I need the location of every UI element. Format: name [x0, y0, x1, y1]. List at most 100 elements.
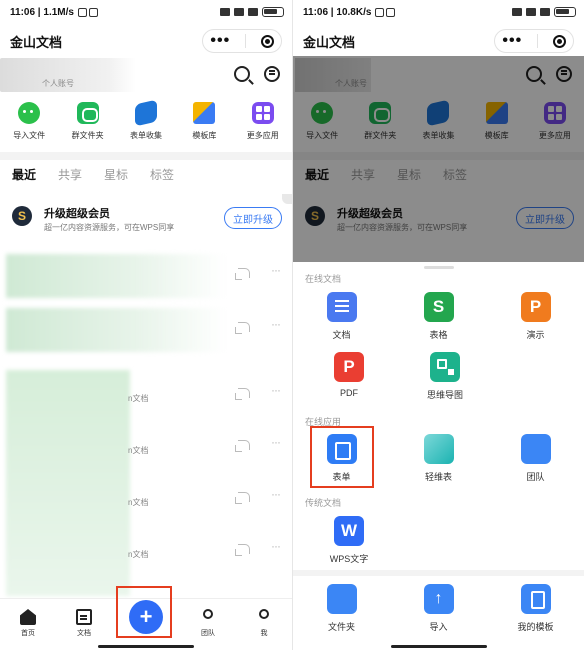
team-icon	[203, 609, 213, 619]
create-item-label: PDF	[340, 388, 358, 398]
create-doc[interactable]: 文档	[302, 292, 382, 341]
file-row[interactable]: n文档 ···	[0, 474, 292, 526]
super-member-icon: S	[12, 206, 32, 226]
share-icon[interactable]	[235, 388, 250, 400]
online-docs-row-1: 文档 S 表格 P 演示	[293, 292, 584, 341]
create-team[interactable]: 团队	[496, 434, 576, 483]
share-icon[interactable]	[235, 268, 250, 280]
nav-label: 我	[260, 630, 268, 637]
nav-home[interactable]: 首页	[8, 609, 48, 642]
my-templates[interactable]: 我的模板	[496, 584, 576, 633]
home-icon	[20, 609, 36, 625]
close-miniprogram-icon[interactable]	[552, 34, 566, 48]
quick-action-label: 模板库	[192, 131, 217, 140]
create-item-label: 思维导图	[426, 390, 463, 400]
import-file[interactable]: 导入	[399, 584, 479, 633]
create-presentation[interactable]: P 演示	[496, 292, 576, 341]
file-row[interactable]: ···	[0, 304, 292, 356]
file-tabs: 最近 共享 星标 标签	[0, 166, 292, 188]
nav-label: 文档	[77, 630, 91, 637]
more-options-icon[interactable]: ···	[271, 435, 281, 449]
promo-subtitle: 超一亿内容资源服务，可在WPS同享	[44, 223, 175, 232]
nav-documents[interactable]: 文档	[64, 609, 104, 642]
search-icon[interactable]	[234, 66, 250, 82]
quick-action-more-apps[interactable]: 更多应用	[235, 102, 291, 148]
share-icon[interactable]	[235, 544, 250, 556]
nav-team[interactable]: 团队	[188, 609, 228, 642]
create-item-label: 导入	[429, 622, 448, 632]
tab-starred[interactable]: 星标	[104, 166, 128, 188]
tab-tags[interactable]: 标签	[150, 166, 174, 188]
create-item-label: 文件夹	[327, 622, 355, 632]
share-icon[interactable]	[235, 492, 250, 504]
upgrade-button[interactable]: 立即升级	[224, 207, 282, 229]
tab-shared[interactable]: 共享	[58, 166, 82, 188]
file-row[interactable]: ···	[0, 250, 292, 302]
create-new-sheet: 在线文档 文档 S 表格 P 演示 P PDF 思维导图 在线应用 表单 轻维表…	[293, 262, 584, 650]
pdf-icon: P	[334, 352, 364, 382]
status-bar: 11:06 | 10.8K/s	[293, 0, 584, 24]
create-form[interactable]: 表单	[302, 426, 382, 488]
home-indicator	[390, 645, 487, 648]
file-row[interactable]: n文档 ···	[0, 370, 292, 422]
highlight-box	[116, 586, 172, 638]
create-light-table[interactable]: 轻维表	[399, 434, 479, 483]
create-mindmap[interactable]: 思维导图	[405, 352, 485, 401]
more-menu-icon[interactable]: •••	[210, 33, 230, 49]
app-notification-icon	[386, 7, 396, 17]
share-icon[interactable]	[235, 440, 250, 452]
tab-recent[interactable]: 最近	[12, 166, 36, 188]
status-time: 11:06 | 1.1M/s	[10, 6, 74, 18]
import-icon	[423, 584, 454, 614]
file-row[interactable]: n文档 ···	[0, 526, 292, 578]
more-options-icon[interactable]: ···	[271, 317, 281, 331]
signal-icon	[526, 8, 536, 16]
create-folder[interactable]: 文件夹	[302, 584, 382, 633]
sheet-handle[interactable]	[423, 266, 454, 269]
quick-action-import[interactable]: 导入文件	[1, 102, 57, 148]
blurred-file-name	[6, 254, 226, 298]
nav-label: 首页	[21, 630, 35, 637]
create-item-label: 文档	[332, 330, 351, 340]
quick-action-form-collect[interactable]: 表单收集	[118, 99, 174, 148]
nav-me[interactable]: 我	[244, 609, 284, 642]
folder-icon	[326, 584, 357, 614]
bluetooth-icon	[512, 8, 522, 16]
upgrade-promo: S 升级超级会员 超一亿内容资源服务，可在WPS同享 立即升级	[0, 198, 292, 242]
close-miniprogram-icon[interactable]	[260, 34, 274, 48]
more-menu-icon[interactable]: •••	[502, 33, 522, 49]
more-options-icon[interactable]: ···	[271, 263, 281, 277]
quick-action-template[interactable]: 模板库	[176, 102, 232, 148]
more-options-icon[interactable]: ···	[271, 383, 281, 397]
blurred-file-name	[6, 308, 226, 352]
create-sheet[interactable]: S 表格	[399, 292, 479, 341]
quick-action-label: 群文件夹	[71, 131, 104, 140]
app-header: 金山文档 •••	[293, 26, 584, 56]
modal-backdrop[interactable]	[293, 56, 584, 262]
template-icon	[193, 102, 216, 124]
create-button-wrapper: +	[116, 586, 172, 642]
quick-action-group-folder[interactable]: 群文件夹	[60, 102, 116, 148]
form-collect-icon	[134, 99, 157, 127]
more-options-icon[interactable]: ···	[271, 539, 281, 553]
file-type-label: n文档	[128, 550, 149, 559]
mindmap-icon	[430, 352, 460, 382]
wechat-icon	[18, 102, 41, 124]
right-screen: 11:06 | 10.8K/s 金山文档 ••• 个人账号 导入文件 群文件夹 …	[292, 0, 584, 650]
more-options-icon[interactable]: ···	[271, 487, 281, 501]
message-icon[interactable]	[264, 66, 280, 82]
status-time: 11:06 | 10.8K/s	[303, 6, 372, 18]
quick-action-label: 表单收集	[129, 131, 162, 140]
signal-icon	[234, 8, 244, 16]
create-item-label: WPS文字	[329, 554, 369, 564]
home-indicator	[98, 645, 194, 648]
create-pdf[interactable]: P PDF	[309, 352, 389, 401]
create-wps-word[interactable]: W WPS文字	[309, 516, 389, 565]
create-item-label: 轻维表	[424, 472, 452, 482]
quick-action-label: 导入文件	[13, 131, 46, 140]
file-row[interactable]: n文档 ···	[0, 422, 292, 474]
share-icon[interactable]	[235, 322, 250, 334]
miniprogram-capsule: •••	[202, 29, 282, 53]
nav-label: 团队	[201, 630, 215, 637]
app-notification-icon	[88, 7, 98, 17]
